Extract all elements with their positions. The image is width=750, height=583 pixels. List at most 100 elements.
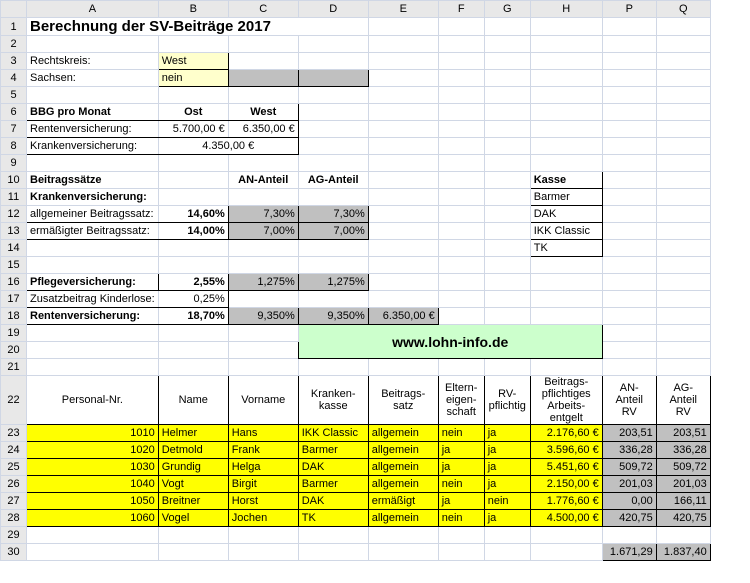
cell-ent[interactable]: 2.150,00 € (530, 476, 602, 493)
corner[interactable] (1, 1, 27, 18)
cell-bs[interactable]: allgemein (368, 476, 438, 493)
cell-kasse[interactable]: IKK Classic (298, 425, 368, 442)
cell-ent[interactable]: 5.451,60 € (530, 459, 602, 476)
cell-pnr[interactable]: 1060 (27, 510, 159, 527)
cell-rvp[interactable]: ja (484, 442, 530, 459)
label-an-anteil: AN-Anteil (228, 172, 298, 189)
spreadsheet[interactable]: A B C D E F G H P Q 1 Berechnung der SV-… (0, 0, 750, 561)
row-29[interactable]: 29 (1, 527, 27, 544)
cell-pnr[interactable]: 1010 (27, 425, 159, 442)
cell-name[interactable]: Grundig (158, 459, 228, 476)
cell-rvp[interactable]: ja (484, 476, 530, 493)
col-H[interactable]: H (530, 1, 602, 18)
cell-vorname[interactable]: Hans (228, 425, 298, 442)
cell-rvp[interactable]: ja (484, 425, 530, 442)
cell-rvp[interactable]: ja (484, 510, 530, 527)
row-21[interactable]: 21 (1, 359, 27, 376)
row-28[interactable]: 28 (1, 510, 27, 527)
row-9[interactable]: 9 (1, 155, 27, 172)
col-P[interactable]: P (602, 1, 656, 18)
rate-kv-allg-total: 14,60% (158, 206, 228, 223)
col-C[interactable]: C (228, 1, 298, 18)
cell-eltern[interactable]: ja (438, 442, 484, 459)
col-A[interactable]: A (27, 1, 159, 18)
row-30[interactable]: 30 (1, 544, 27, 561)
row-17[interactable]: 17 (1, 291, 27, 308)
col-F[interactable]: F (438, 1, 484, 18)
cell-ent[interactable]: 1.776,60 € (530, 493, 602, 510)
cell-name[interactable]: Breitner (158, 493, 228, 510)
cell-name[interactable]: Vogt (158, 476, 228, 493)
cell-rvp[interactable]: ja (484, 459, 530, 476)
cell-vorname[interactable]: Jochen (228, 510, 298, 527)
cell-eltern[interactable]: nein (438, 476, 484, 493)
cell-name[interactable]: Vogel (158, 510, 228, 527)
cell-vorname[interactable]: Horst (228, 493, 298, 510)
row-15[interactable]: 15 (1, 257, 27, 274)
row-20[interactable]: 20 (1, 342, 27, 359)
cell-vorname[interactable]: Helga (228, 459, 298, 476)
row-4[interactable]: 4 (1, 70, 27, 87)
row-23[interactable]: 23 (1, 425, 27, 442)
row-16[interactable]: 16 (1, 274, 27, 291)
row-18[interactable]: 18 (1, 308, 27, 325)
row-2[interactable]: 2 (1, 36, 27, 53)
cell-kasse[interactable]: DAK (298, 493, 368, 510)
row-27[interactable]: 27 (1, 493, 27, 510)
cell-ag: 201,03 (656, 476, 710, 493)
row-6[interactable]: 6 (1, 104, 27, 121)
cell-vorname[interactable]: Frank (228, 442, 298, 459)
cell-ent[interactable]: 3.596,60 € (530, 442, 602, 459)
row-14[interactable]: 14 (1, 240, 27, 257)
cell-pnr[interactable]: 1030 (27, 459, 159, 476)
col-B[interactable]: B (158, 1, 228, 18)
cell-bs[interactable]: ermäßigt (368, 493, 438, 510)
cell-kasse[interactable]: Barmer (298, 476, 368, 493)
cell-pnr[interactable]: 1050 (27, 493, 159, 510)
cell-kasse[interactable]: DAK (298, 459, 368, 476)
cell-bs[interactable]: allgemein (368, 442, 438, 459)
input-sachsen[interactable]: nein (158, 70, 228, 87)
row-5[interactable]: 5 (1, 87, 27, 104)
row-24[interactable]: 24 (1, 442, 27, 459)
row-19[interactable]: 19 (1, 325, 27, 342)
col-E[interactable]: E (368, 1, 438, 18)
cell-eltern[interactable]: ja (438, 493, 484, 510)
cell-bs[interactable]: allgemein (368, 459, 438, 476)
cell-bs[interactable]: allgemein (368, 425, 438, 442)
cell-bs[interactable]: allgemein (368, 510, 438, 527)
cell-pnr[interactable]: 1020 (27, 442, 159, 459)
cell-eltern[interactable]: ja (438, 459, 484, 476)
col-G[interactable]: G (484, 1, 530, 18)
banner-link[interactable]: www.lohn-info.de (298, 325, 602, 359)
cell-pnr[interactable]: 1040 (27, 476, 159, 493)
row-12[interactable]: 12 (1, 206, 27, 223)
cell-ent[interactable]: 4.500,00 € (530, 510, 602, 527)
cell-eltern[interactable]: nein (438, 510, 484, 527)
cell-name[interactable]: Detmold (158, 442, 228, 459)
cell-name[interactable]: Helmer (158, 425, 228, 442)
row-22[interactable]: 22 (1, 376, 27, 425)
row-25[interactable]: 25 (1, 459, 27, 476)
row-8[interactable]: 8 (1, 138, 27, 155)
hdr-bs: Beitrags-satz (368, 376, 438, 425)
row-13[interactable]: 13 (1, 223, 27, 240)
row-26[interactable]: 26 (1, 476, 27, 493)
col-D[interactable]: D (298, 1, 368, 18)
col-Q[interactable]: Q (656, 1, 710, 18)
input-rechtskreis[interactable]: West (158, 53, 228, 70)
row-10[interactable]: 10 (1, 172, 27, 189)
row-3[interactable]: 3 (1, 53, 27, 70)
row-7[interactable]: 7 (1, 121, 27, 138)
cell-eltern[interactable]: nein (438, 425, 484, 442)
cell-kasse[interactable]: TK (298, 510, 368, 527)
kasse-2: IKK Classic (530, 223, 602, 240)
cell-kasse[interactable]: Barmer (298, 442, 368, 459)
cell-vorname[interactable]: Birgit (228, 476, 298, 493)
row-11[interactable]: 11 (1, 189, 27, 206)
grid[interactable]: A B C D E F G H P Q 1 Berechnung der SV-… (0, 0, 711, 561)
cell-ent[interactable]: 2.176,60 € (530, 425, 602, 442)
cell-rvp[interactable]: nein (484, 493, 530, 510)
rate-kv-allg-ag: 7,30% (298, 206, 368, 223)
row-1[interactable]: 1 (1, 18, 27, 36)
